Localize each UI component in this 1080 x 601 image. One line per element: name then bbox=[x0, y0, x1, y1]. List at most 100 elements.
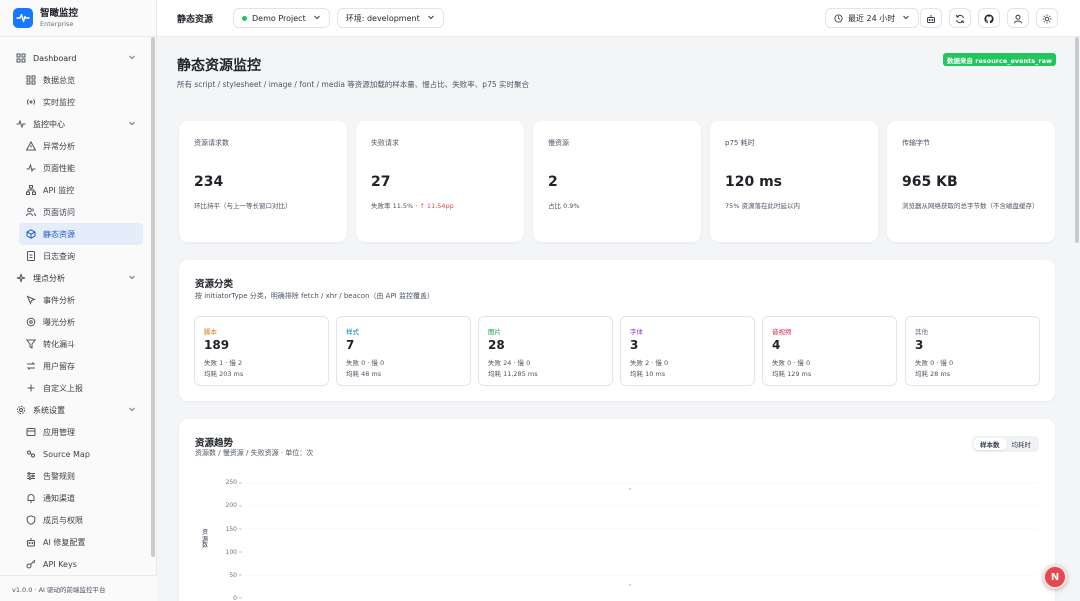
sidebar-item-custom-report[interactable]: 自定义上报 bbox=[0, 377, 150, 399]
floating-assistant-button[interactable]: N bbox=[1043, 565, 1067, 589]
kpi-card-bytes: 传输字节 965 KB 浏览器从网络获取的总字节数（不含磁盘缓存） bbox=[887, 121, 1055, 242]
kpi-card-requests: 资源请求数 234 环比持平（与上一等长窗口对比） bbox=[179, 121, 347, 242]
sidebar-item-sourcemap[interactable]: Source Map bbox=[0, 443, 150, 465]
map-icon bbox=[26, 449, 36, 459]
kpi-value: 2 bbox=[548, 174, 558, 190]
nav-group-tracking[interactable]: 埋点分析 bbox=[0, 267, 150, 289]
sidebar: 智瞰监控 Enterprise Dashboard 数据总览 实时监控 监控中心… bbox=[0, 0, 157, 601]
env-selector[interactable]: 环境: development bbox=[336, 8, 444, 28]
category-avg: 均耗 48 ms bbox=[346, 370, 382, 378]
category-tile-font[interactable]: 字体 3 失败 2 · 慢 0 均耗 10 ms bbox=[620, 316, 755, 386]
tab-sample-count[interactable]: 样本数 bbox=[974, 438, 1006, 450]
refresh-button[interactable] bbox=[949, 8, 971, 28]
chart-marker bbox=[629, 488, 631, 490]
sidebar-item-logs[interactable]: 日志查询 bbox=[0, 245, 150, 267]
plus-icon bbox=[26, 383, 36, 393]
nav-group-settings[interactable]: 系统设置 bbox=[0, 399, 150, 421]
sidebar-item-label: 静态资源 bbox=[43, 229, 75, 239]
sidebar-item-alert-rules[interactable]: 告警规则 bbox=[0, 465, 150, 487]
kpi-label: 传输字节 bbox=[902, 139, 930, 147]
category-name: 音视频 bbox=[772, 328, 792, 336]
category-avg: 均耗 28 ms bbox=[915, 370, 951, 378]
kpi-sub-text: 失败率 11.5% · bbox=[371, 202, 420, 210]
target-icon bbox=[26, 317, 36, 327]
category-tile-other[interactable]: 其他 3 失败 0 · 慢 0 均耗 28 ms bbox=[905, 316, 1040, 386]
sidebar-item-errors[interactable]: 异常分析 bbox=[0, 135, 150, 157]
topbar: 静态资源 Demo Project 环境: development 最近 24 … bbox=[157, 0, 1080, 37]
refresh-icon bbox=[955, 9, 965, 28]
y-axis-ticks bbox=[239, 482, 242, 599]
sidebar-item-retention[interactable]: 用户留存 bbox=[0, 355, 150, 377]
grid-icon bbox=[16, 53, 26, 63]
sidebar-item-label: 转化漏斗 bbox=[43, 339, 75, 349]
sidebar-item-funnel[interactable]: 转化漏斗 bbox=[0, 333, 150, 355]
user-button[interactable] bbox=[1007, 8, 1029, 28]
category-tile-script[interactable]: 脚本 189 失败 1 · 慢 2 均耗 203 ms bbox=[194, 316, 329, 386]
category-tile-image[interactable]: 图片 28 失败 24 · 慢 0 均耗 11,285 ms bbox=[478, 316, 613, 386]
sidebar-item-notify-channels[interactable]: 通知渠道 bbox=[0, 487, 150, 509]
category-fail-slow: 失败 0 · 慢 0 bbox=[772, 359, 811, 367]
category-fail-slow: 失败 24 · 慢 0 bbox=[488, 359, 531, 367]
kpi-value: 120 ms bbox=[725, 174, 783, 190]
user-icon bbox=[1013, 9, 1023, 28]
brand[interactable]: 智瞰监控 Enterprise bbox=[0, 0, 156, 37]
category-count: 7 bbox=[346, 338, 355, 352]
sidebar-item-events[interactable]: 事件分析 bbox=[0, 289, 150, 311]
sidebar-item-members[interactable]: 成员与权限 bbox=[0, 509, 150, 531]
env-name: 环境: development bbox=[345, 13, 420, 23]
chevron-down-icon bbox=[128, 273, 136, 283]
nav-group-label: 监控中心 bbox=[33, 119, 65, 129]
gear-icon bbox=[16, 405, 26, 415]
y-tick-label: 100 bbox=[225, 549, 237, 556]
section-title: 资源分类 bbox=[195, 279, 234, 290]
main-scrollbar[interactable] bbox=[1075, 37, 1079, 243]
bot-icon bbox=[926, 9, 936, 28]
page-title: 静态资源监控 bbox=[177, 58, 261, 74]
sidebar-item-realtime[interactable]: 实时监控 bbox=[0, 91, 150, 113]
sidebar-item-label: AI 修复配置 bbox=[43, 537, 86, 547]
bot-icon bbox=[26, 537, 36, 547]
alert-icon bbox=[26, 141, 36, 151]
sidebar-item-static-resources[interactable]: 静态资源 bbox=[19, 223, 143, 245]
category-fail-slow: 失败 0 · 慢 0 bbox=[346, 359, 385, 367]
brand-name: 智瞰监控 bbox=[40, 8, 79, 19]
kpi-sub: 浏览器从网络获取的总字节数（不含磁盘缓存） bbox=[902, 202, 1039, 210]
sidebar-item-label: 通知渠道 bbox=[43, 493, 75, 503]
nav-group-monitoring[interactable]: 监控中心 bbox=[0, 113, 150, 135]
sidebar-item-label: 页面性能 bbox=[43, 163, 75, 173]
funnel-icon bbox=[26, 339, 36, 349]
nav-group-dashboard[interactable]: Dashboard bbox=[0, 47, 150, 69]
kpi-label: p75 耗时 bbox=[725, 139, 755, 147]
category-tile-style[interactable]: 样式 7 失败 0 · 慢 0 均耗 48 ms bbox=[336, 316, 471, 386]
kpi-label: 资源请求数 bbox=[194, 139, 229, 147]
chevron-down-icon bbox=[902, 13, 910, 23]
pulse-icon bbox=[26, 163, 36, 173]
y-tick-label: 50 bbox=[229, 572, 237, 579]
category-fail-slow: 失败 1 · 慢 2 bbox=[204, 359, 243, 367]
kpi-card-failed: 失败请求 27 失败率 11.5% · ↑ 11.54pp bbox=[356, 121, 524, 242]
sidebar-item-overview[interactable]: 数据总览 bbox=[0, 69, 150, 91]
sidebar-item-pageviews[interactable]: 页面访问 bbox=[0, 201, 150, 223]
category-tile-media[interactable]: 音视频 4 失败 0 · 慢 0 均耗 129 ms bbox=[762, 316, 897, 386]
sidebar-item-exposure[interactable]: 曝光分析 bbox=[0, 311, 150, 333]
time-range-selector[interactable]: 最近 24 小时 bbox=[825, 8, 920, 28]
sidebar-item-api[interactable]: API 监控 bbox=[0, 179, 150, 201]
sliders-icon bbox=[26, 471, 36, 481]
sidebar-item-label: 应用管理 bbox=[43, 427, 75, 437]
sidebar-item-label: API Keys bbox=[43, 559, 77, 569]
theme-toggle-button[interactable] bbox=[1036, 8, 1058, 28]
nav-group-label: 埋点分析 bbox=[33, 273, 65, 283]
trend-chart-plot[interactable] bbox=[239, 479, 1039, 601]
sidebar-scrollbar[interactable] bbox=[151, 37, 155, 557]
ai-assistant-button[interactable] bbox=[920, 8, 942, 28]
sidebar-item-label: Source Map bbox=[43, 449, 90, 459]
sidebar-item-performance[interactable]: 页面性能 bbox=[0, 157, 150, 179]
sidebar-item-api-keys[interactable]: API Keys bbox=[0, 553, 150, 575]
sidebar-item-ai-fix[interactable]: AI 修复配置 bbox=[0, 531, 150, 553]
project-selector[interactable]: Demo Project bbox=[233, 8, 330, 28]
users-icon bbox=[26, 207, 36, 217]
github-button[interactable] bbox=[978, 8, 1000, 28]
tab-avg-duration[interactable]: 均耗时 bbox=[1006, 438, 1038, 450]
data-source-badge: 数据来自 resource_events_raw bbox=[942, 53, 1056, 66]
sidebar-item-apps[interactable]: 应用管理 bbox=[0, 421, 150, 443]
